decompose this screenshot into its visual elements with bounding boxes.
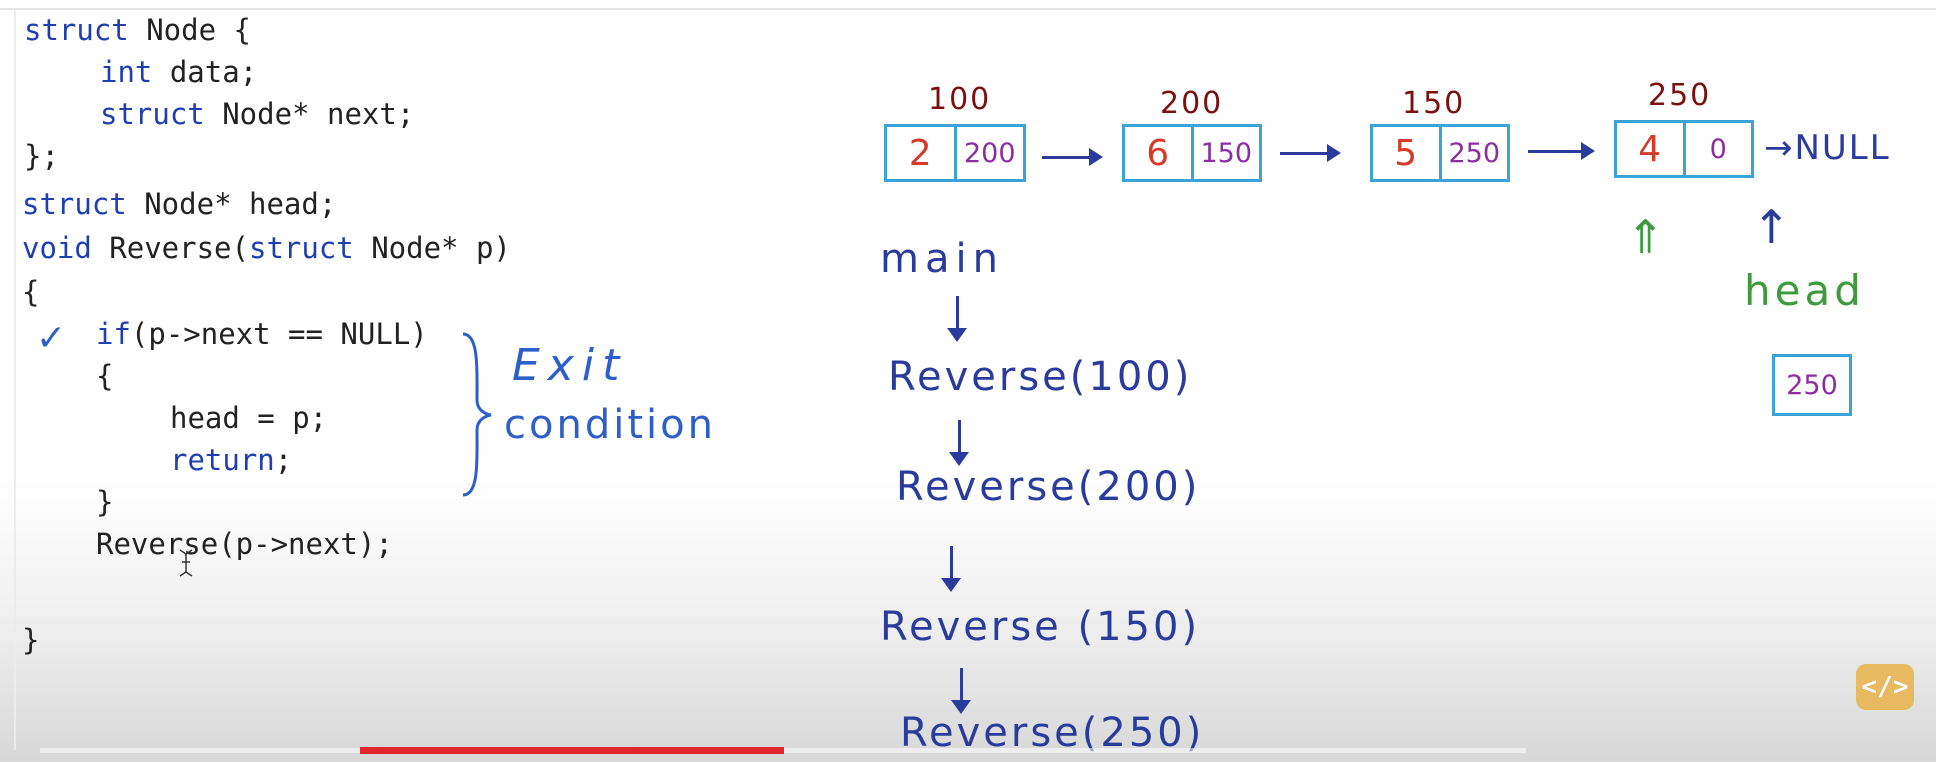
call-reverse-100: Reverse(100) (888, 354, 1193, 400)
code-line-14: } (22, 623, 40, 657)
list-node-2: 6 150 (1122, 124, 1262, 182)
annotation-exit: Exit (512, 340, 628, 391)
call-reverse-150: Reverse (150) (880, 604, 1201, 650)
code-line-1: struct Node { (24, 13, 251, 47)
node-address-2: 200 (1160, 86, 1224, 121)
main-label: main (880, 236, 1004, 282)
code-brackets-icon[interactable]: </> (1856, 664, 1914, 710)
node-address-1: 100 (928, 82, 992, 117)
down-arrow-icon (949, 420, 969, 466)
node-value: 2 (908, 132, 932, 174)
code-line-7: { (22, 275, 40, 309)
p-pointer-icon: ⇑ (1626, 210, 1665, 264)
code-line-13: Reverse(p->next); (96, 527, 393, 561)
link-arrow (1528, 142, 1595, 160)
code-line-12: } (96, 485, 114, 519)
head-variable-box: 250 (1772, 354, 1852, 416)
code-line-4: }; (24, 139, 59, 173)
node-address-3: 150 (1402, 86, 1466, 121)
list-node-3: 5 250 (1370, 124, 1510, 182)
code-line-2: int data; (100, 55, 258, 89)
annotation-condition: condition (504, 402, 716, 448)
brace-annotation (462, 332, 492, 497)
link-arrow (1280, 144, 1341, 162)
code-line-9: { (96, 359, 114, 393)
node-value: 4 (1638, 128, 1662, 170)
node-next: 250 (1438, 127, 1508, 179)
link-arrow (1042, 148, 1103, 166)
node-next: 0 (1682, 123, 1752, 175)
code-line-10: head = p; (170, 401, 328, 435)
code-line-5: struct Node* head; (22, 187, 337, 221)
node-value: 6 (1146, 132, 1170, 174)
head-label: head (1744, 266, 1865, 315)
check-mark: ✓ (36, 318, 67, 359)
node-next: 200 (953, 127, 1024, 179)
left-divider (14, 10, 16, 750)
video-progress-fill[interactable] (360, 747, 785, 754)
text-cursor-icon (179, 549, 193, 577)
node-next: 150 (1190, 127, 1260, 179)
down-arrow-icon (947, 296, 967, 342)
video-frame[interactable]: struct Node { int data; struct Node* nex… (0, 0, 1936, 762)
code-line-6: void Reverse(struct Node* p) (22, 231, 511, 265)
call-reverse-200: Reverse(200) (896, 464, 1201, 510)
node-value: 5 (1394, 132, 1418, 174)
list-node-1: 2 200 (884, 124, 1026, 182)
head-arrow-icon: ↑ (1752, 200, 1791, 254)
top-divider (0, 8, 1936, 10)
node-address-4: 250 (1648, 78, 1712, 113)
down-arrow-icon (951, 668, 971, 714)
null-label: →NULL (1764, 128, 1891, 168)
code-line-8: if(p->next == NULL) (96, 317, 428, 351)
code-line-3: struct Node* next; (100, 97, 415, 131)
code-line-11: return; (170, 443, 293, 477)
list-node-4: 4 0 (1614, 120, 1754, 178)
down-arrow-icon (941, 546, 961, 592)
